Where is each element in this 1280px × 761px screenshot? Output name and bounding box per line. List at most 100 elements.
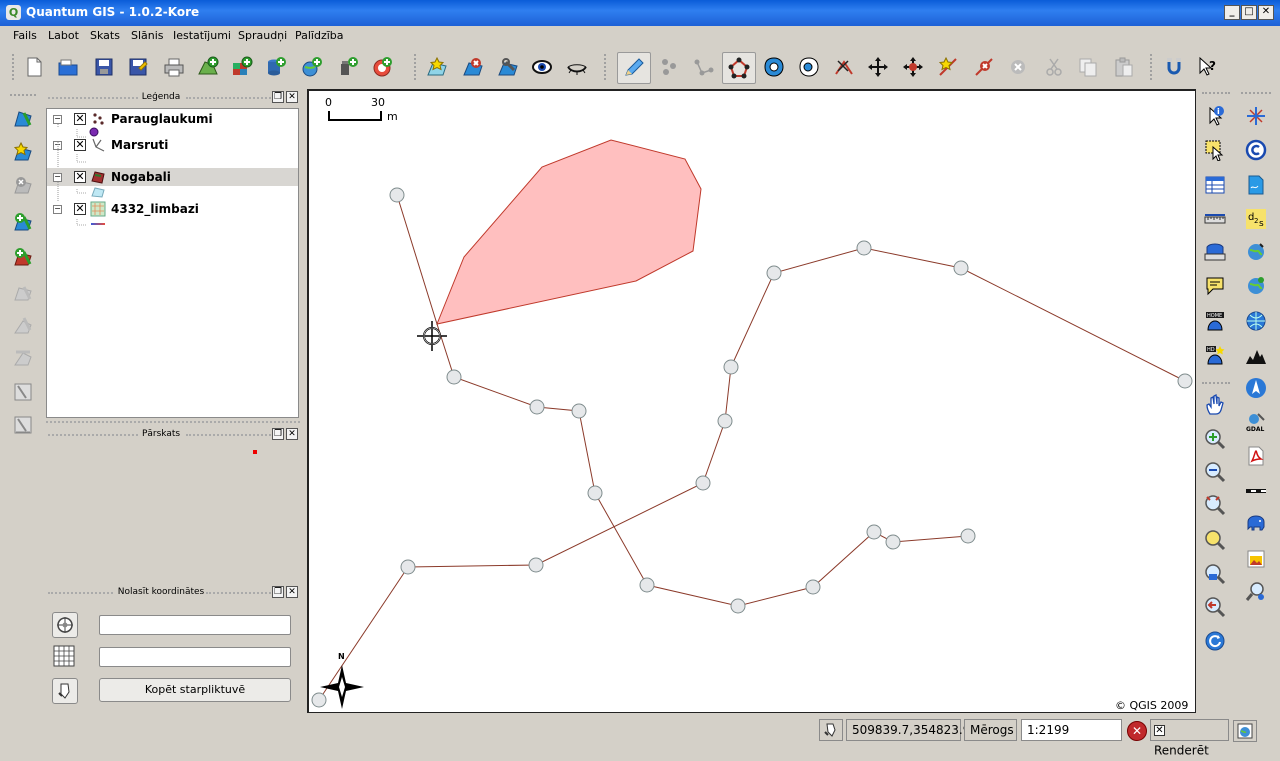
select-features-icon[interactable]	[1200, 135, 1230, 165]
add-raster-layer-icon[interactable]	[228, 53, 256, 81]
disabled-tool-1-icon[interactable]	[8, 277, 38, 307]
maximize-button[interactable]: □	[1241, 5, 1257, 20]
grid-icon[interactable]	[52, 644, 76, 668]
add-vector-layer-side-icon[interactable]	[8, 207, 38, 237]
open-project-icon[interactable]	[54, 53, 82, 81]
add-delimited-text-icon[interactable]	[1241, 101, 1271, 131]
dxf-to-shp-icon[interactable]	[1241, 170, 1271, 200]
add-raster-layer-side-icon[interactable]	[8, 242, 38, 272]
add-layer-icon[interactable]	[8, 103, 38, 133]
grid-globe-icon[interactable]	[1241, 306, 1271, 336]
menu-slanis[interactable]: Slānis	[131, 29, 164, 42]
coordinate-capture-toggle[interactable]	[819, 719, 843, 741]
add-postgis-layer-icon[interactable]	[262, 53, 290, 81]
add-ring-icon[interactable]	[760, 53, 788, 81]
copy-to-clipboard-button[interactable]: Kopēt starpliktuvē	[99, 678, 291, 702]
show-all-layers-icon[interactable]	[528, 53, 556, 81]
gdal-tools-icon[interactable]: GDAL	[1241, 407, 1271, 437]
toolbar-grip[interactable]	[1241, 92, 1271, 95]
map-crs-button[interactable]	[52, 612, 78, 638]
home-bookmark-icon[interactable]: HOME	[1200, 306, 1230, 336]
north-arrow-plugin-icon[interactable]	[1241, 373, 1271, 403]
legend-float-button[interactable]: ❐	[272, 91, 284, 103]
render-checkbox[interactable]: ✕	[1154, 725, 1165, 736]
zoom-last-icon[interactable]	[1200, 592, 1230, 622]
zoom-out-icon[interactable]	[1200, 457, 1230, 487]
projection-button[interactable]	[1233, 720, 1257, 742]
new-project-icon[interactable]	[20, 53, 48, 81]
remove-layer-grey-icon[interactable]	[8, 170, 38, 200]
toggle-editing-icon[interactable]	[617, 52, 651, 84]
delete-selected-icon[interactable]	[1004, 53, 1032, 81]
overview-float-button[interactable]: ❐	[272, 428, 284, 440]
toolbar-grip[interactable]	[12, 54, 15, 80]
add-island-icon[interactable]	[795, 53, 823, 81]
open-attribute-table-icon[interactable]	[1200, 170, 1230, 200]
menu-palidziba[interactable]: Palīdzība	[295, 29, 344, 42]
menu-skats[interactable]: Skats	[90, 29, 120, 42]
save-project-icon[interactable]	[90, 53, 118, 81]
legend-close-button[interactable]: ✕	[286, 91, 298, 103]
paste-features-icon[interactable]	[1110, 53, 1138, 81]
menu-iestatijumi[interactable]: Iestatījumi	[173, 29, 231, 42]
coordinates-close-button[interactable]: ✕	[286, 586, 298, 598]
move-vertex-icon[interactable]	[899, 53, 927, 81]
save-as-icon[interactable]	[124, 53, 152, 81]
overview-canvas[interactable]	[46, 444, 300, 580]
pan-map-icon[interactable]	[1200, 390, 1230, 420]
zoom-full-icon[interactable]	[1200, 490, 1230, 520]
copyright-label-icon[interactable]	[1241, 135, 1271, 165]
render-toggle[interactable]: ✕ Renderēt	[1150, 719, 1229, 758]
globe-plugin-2-icon[interactable]	[1241, 271, 1271, 301]
add-vertex-icon[interactable]	[934, 53, 962, 81]
zoom-to-layer-icon[interactable]	[1200, 559, 1230, 589]
add-spatialite-layer-icon[interactable]	[334, 53, 362, 81]
new-bookmark-icon[interactable]: HD	[1200, 340, 1230, 370]
hide-all-layers-icon[interactable]	[563, 53, 591, 81]
capture-polygon-icon[interactable]	[722, 52, 756, 84]
globe-plugin-1-icon[interactable]	[1241, 237, 1271, 267]
minimize-button[interactable]: _	[1224, 5, 1240, 20]
new-layer-star-icon[interactable]	[8, 137, 38, 167]
image-export-icon[interactable]	[1241, 544, 1271, 574]
coordinates-field-1[interactable]	[99, 615, 291, 635]
coordinates-field-2[interactable]	[99, 647, 291, 667]
whats-this-help-icon[interactable]: ?	[1194, 53, 1222, 81]
disabled-tool-3-icon[interactable]	[8, 342, 38, 372]
refresh-icon[interactable]	[1200, 626, 1230, 656]
overview-close-button[interactable]: ✕	[286, 428, 298, 440]
split-features-icon[interactable]	[830, 53, 858, 81]
layer-properties-icon[interactable]	[494, 53, 522, 81]
disabled-tool-2-icon[interactable]	[8, 310, 38, 340]
add-wms-layer-icon[interactable]	[298, 53, 326, 81]
close-window-button[interactable]: ✕	[1258, 5, 1274, 20]
disabled-tool-5-icon[interactable]	[8, 410, 38, 440]
zoom-in-icon[interactable]	[1200, 424, 1230, 454]
stop-rendering-icon[interactable]: ✕	[1127, 721, 1147, 741]
scale-input[interactable]: 1:2199	[1021, 719, 1122, 741]
panel-splitter[interactable]	[46, 421, 300, 424]
search-plugin-icon[interactable]	[1241, 577, 1271, 607]
toolbar-grip[interactable]	[1150, 54, 1153, 80]
toolbar-grip[interactable]	[1202, 92, 1230, 95]
capture-tool-icon[interactable]	[1160, 53, 1188, 81]
scale-bar-plugin-icon[interactable]	[1241, 476, 1271, 506]
new-vector-layer-icon[interactable]	[423, 53, 451, 81]
capture-coordinates-button[interactable]	[52, 678, 78, 704]
postgis-elephant-icon[interactable]	[1241, 509, 1271, 539]
toolbar-grip[interactable]	[1202, 382, 1230, 385]
add-vector-layer-icon[interactable]	[194, 53, 222, 81]
capture-line-icon[interactable]	[690, 53, 718, 81]
toolbar-grip[interactable]	[10, 94, 36, 97]
profile-plugin-icon[interactable]	[1241, 340, 1271, 370]
measure-line-icon[interactable]	[1200, 204, 1230, 234]
menu-labot[interactable]: Labot	[48, 29, 79, 42]
measure-area-icon[interactable]	[1200, 237, 1230, 267]
pdf-export-icon[interactable]	[1241, 441, 1271, 471]
cut-features-icon[interactable]	[1040, 53, 1068, 81]
add-gps-layer-icon[interactable]	[368, 53, 396, 81]
toolbar-grip[interactable]	[604, 54, 607, 80]
remove-layer-icon[interactable]	[459, 53, 487, 81]
map-tips-icon[interactable]	[1200, 271, 1230, 301]
map-canvas[interactable]: 0 30 m N © QGIS 2009	[307, 89, 1196, 713]
